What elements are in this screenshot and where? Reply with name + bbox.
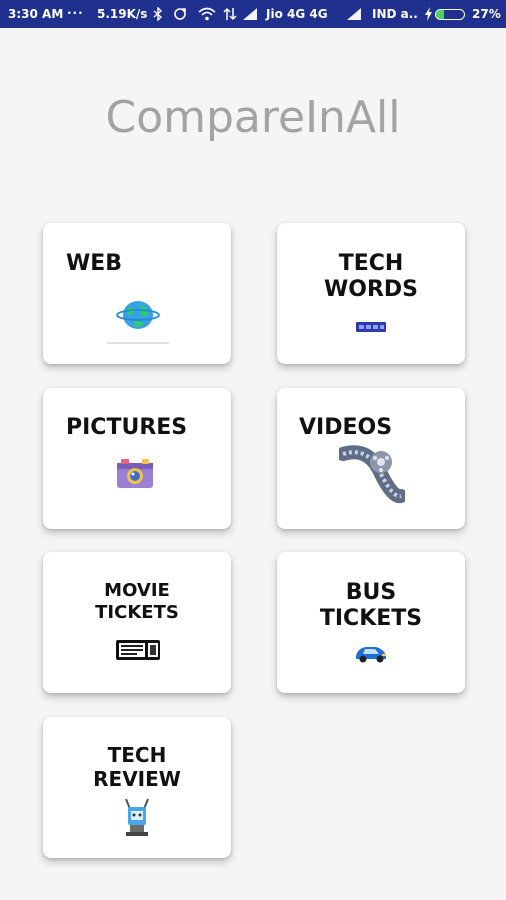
- web-card[interactable]: WEB: [43, 223, 231, 364]
- charging-icon: [424, 7, 433, 24]
- battery-level: [436, 10, 444, 19]
- pictures-card[interactable]: PICTURES: [43, 388, 231, 529]
- robot-icon: [125, 798, 149, 836]
- tech-words-icon: [356, 322, 386, 332]
- camera-icon: [117, 459, 153, 488]
- status-dots: ...: [67, 3, 84, 17]
- sync-icon: [172, 7, 188, 24]
- battery-icon: [435, 9, 465, 20]
- app-title: CompareInAll: [105, 92, 401, 143]
- carrier-label-2: IND a..: [372, 7, 418, 21]
- signal-icon: [346, 7, 362, 24]
- carrier-label-1: Jio 4G 4G: [266, 7, 328, 21]
- movie-ticket-icon: [116, 640, 160, 660]
- tech-review-label: TECH REVIEW: [93, 743, 181, 791]
- tech-words-label: TECH WORDS: [323, 251, 418, 303]
- movie-tickets-label: MOVIE TICKETS: [95, 580, 179, 623]
- movie-tickets-card[interactable]: MOVIE TICKETS: [43, 552, 231, 693]
- tech-review-card[interactable]: TECH REVIEW: [43, 717, 231, 858]
- car-icon: [356, 647, 386, 663]
- wifi-icon: [198, 7, 216, 24]
- film-reel-icon: [339, 445, 405, 504]
- videos-label: VIDEOS: [299, 415, 393, 440]
- status-time: 3:30 AM: [8, 7, 64, 21]
- status-bar: 3:30 AM ... 5.19K/s Jio 4G 4G IND a.. 27…: [0, 0, 506, 28]
- data-icon: [223, 7, 237, 24]
- bus-tickets-label: BUS TICKETS: [319, 580, 423, 632]
- battery-percent: 27%: [472, 7, 501, 21]
- videos-card[interactable]: VIDEOS: [277, 388, 465, 529]
- bluetooth-icon: [153, 6, 163, 24]
- globe-icon: [107, 301, 169, 344]
- bus-tickets-card[interactable]: BUS TICKETS: [277, 552, 465, 693]
- network-speed: 5.19K/s: [97, 7, 148, 21]
- tech-words-card[interactable]: TECH WORDS: [277, 223, 465, 364]
- signal-icon: [242, 7, 258, 24]
- pictures-label: PICTURES: [66, 415, 188, 440]
- web-label: WEB: [66, 251, 123, 276]
